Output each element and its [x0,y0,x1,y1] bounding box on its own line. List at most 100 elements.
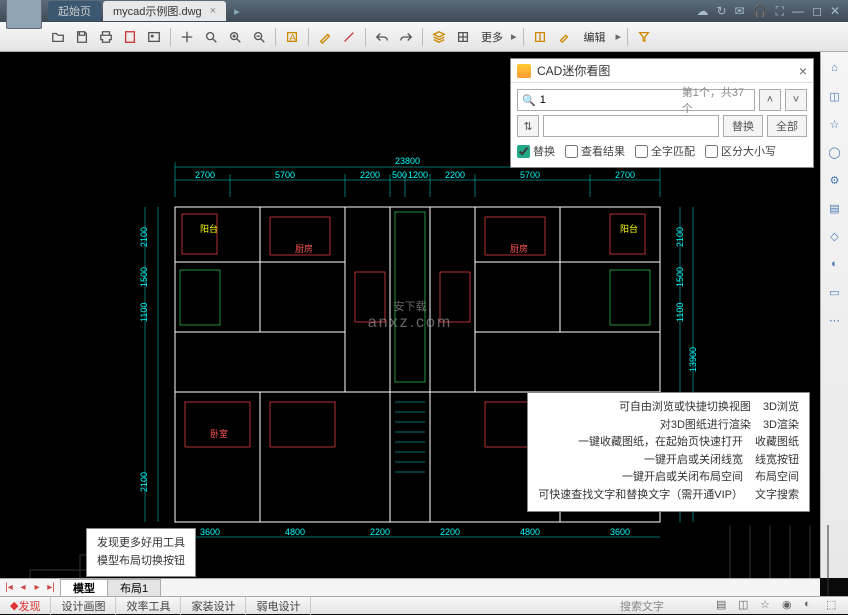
zoom-out-button[interactable] [249,27,269,47]
next-result-button[interactable]: ˅ [785,89,807,111]
more-button[interactable]: 更多 [477,29,507,45]
layers-button[interactable] [429,27,449,47]
titlebar: 起始页 mycad示例图.dwg × ▸ ☁ ↻ ✉ 🎧 ⛶ — ◻ ✕ [0,0,848,22]
svg-text:1100: 1100 [675,303,685,322]
tab-home[interactable]: 起始页 [48,1,101,21]
svg-text:5700: 5700 [275,170,295,180]
cube-icon[interactable]: ◫ [825,86,845,106]
gear-icon[interactable]: ⚙ [825,170,845,190]
measure-icon[interactable]: ▭ [825,282,845,302]
check-view-results[interactable]: 查看结果 [565,143,625,159]
tab-model[interactable]: 模型 [60,579,108,596]
headset-icon[interactable]: 🎧 [753,4,768,19]
tab-last-button[interactable]: ▸| [44,581,58,595]
sb-discover[interactable]: ◆ 发现 [0,597,51,615]
open-button[interactable] [48,27,68,47]
svg-text:13900: 13900 [688,347,698,372]
svg-text:1100: 1100 [139,303,149,322]
svg-text:1500: 1500 [139,267,149,287]
edit-button[interactable]: 编辑 [578,29,612,45]
svg-text:厨房: 厨房 [295,243,313,254]
sb-search-placeholder[interactable]: 搜索文字 [620,598,710,614]
zoom-extents-button[interactable] [201,27,221,47]
print-button[interactable] [96,27,116,47]
search-input[interactable] [540,94,682,106]
save-button[interactable] [72,27,92,47]
svg-text:1500: 1500 [675,267,685,287]
svg-text:2100: 2100 [139,227,149,247]
svg-text:2700: 2700 [615,170,635,180]
text-button[interactable]: A [282,27,302,47]
sb-homedecor[interactable]: 家装设计 [181,597,246,615]
maximize-icon[interactable]: ◻ [812,4,822,19]
svg-text:2200: 2200 [370,527,390,537]
layout-tabs: |◂ ◂ ▸ ▸| 模型 布局1 [0,578,820,596]
check-case[interactable]: 区分大小写 [705,143,776,159]
cloud-icon[interactable]: ☁ [696,4,708,19]
sync-icon[interactable]: ↻ [716,4,726,19]
pan-button[interactable] [177,27,197,47]
palette-icon[interactable]: ◐ [825,254,845,274]
circle-icon[interactable]: ◯ [825,142,845,162]
svg-text:卧室: 卧室 [210,428,228,439]
sb-favorite-icon[interactable]: ☆ [760,598,776,614]
svg-text:2100: 2100 [139,472,149,492]
prev-result-button[interactable]: ˄ [759,89,781,111]
sb-design[interactable]: 设计画图 [51,597,116,615]
book-button[interactable] [530,27,550,47]
close-icon[interactable]: ✕ [830,4,840,19]
sb-lineweight-icon[interactable]: ▤ [716,598,732,614]
pencil-button[interactable] [315,27,335,47]
tag-icon[interactable]: ◇ [825,226,845,246]
filter-button[interactable] [634,27,654,47]
svg-text:阳台: 阳台 [620,223,638,234]
image-button[interactable] [144,27,164,47]
tab-next-button[interactable]: ▸ [30,581,44,595]
search-panel: CAD迷你看图 × 🔍 第1个，共37个 ˄ ˅ ⇅ 替换 全部 替换 查看结果… [510,58,814,168]
replace-input[interactable] [548,120,714,132]
tab-first-button[interactable]: |◂ [2,581,16,595]
sb-cube-icon[interactable]: ⬚ [826,598,842,614]
replace-button[interactable]: 替换 [723,115,763,137]
check-replace[interactable]: 替换 [517,143,555,159]
line-button[interactable] [339,27,359,47]
svg-text:2200: 2200 [440,527,460,537]
more-icon[interactable]: ⋯ [825,310,845,330]
close-search-button[interactable]: × [799,63,807,79]
tab-layout1[interactable]: 布局1 [107,579,161,596]
star-icon[interactable]: ☆ [825,114,845,134]
tab-file-active[interactable]: mycad示例图.dwg × [103,1,226,21]
fullscreen-icon[interactable]: ⛶ [776,4,784,19]
minimize-icon[interactable]: — [792,4,804,19]
grid-button[interactable] [453,27,473,47]
svg-text:厨房: 厨房 [510,243,528,254]
add-tab-button[interactable]: ▸ [228,5,246,18]
user-avatar[interactable] [6,0,42,29]
close-tab-icon[interactable]: × [210,5,216,17]
replace-all-button[interactable]: 全部 [767,115,807,137]
zoom-in-button[interactable] [225,27,245,47]
swap-button[interactable]: ⇅ [517,115,539,137]
check-whole-word[interactable]: 全字匹配 [635,143,695,159]
main-toolbar: A 更多▸ 编辑▸ [0,22,848,52]
layers-icon[interactable]: ▤ [825,198,845,218]
search-icon: 🔍 [522,94,536,107]
pdf-button[interactable] [120,27,140,47]
replace-input-wrapper [543,115,719,137]
undo-button[interactable] [372,27,392,47]
svg-text:4800: 4800 [520,527,540,537]
dim-top-total: 23800 [395,156,420,166]
svg-text:1200: 1200 [408,170,428,180]
sb-layout-icon[interactable]: ◫ [738,598,754,614]
brush-button[interactable] [554,27,574,47]
home-icon[interactable]: ⌂ [825,58,845,78]
sb-elec[interactable]: 弱电设计 [246,597,311,615]
redo-button[interactable] [396,27,416,47]
chat-icon[interactable]: ✉ [735,4,745,19]
tab-prev-button[interactable]: ◂ [16,581,30,595]
sb-tools[interactable]: 效率工具 [116,597,181,615]
svg-text:3600: 3600 [610,527,630,537]
window-controls: ☁ ↻ ✉ 🎧 ⛶ — ◻ ✕ [696,4,848,19]
sb-3d-icon[interactable]: ◉ [782,598,798,614]
sb-render-icon[interactable]: ◐ [804,598,820,614]
